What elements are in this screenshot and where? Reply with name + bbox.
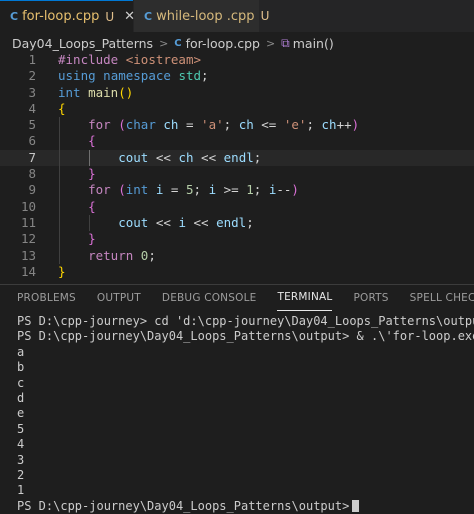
code-text: cout << ch << endl;	[118, 149, 262, 165]
terminal-line: a	[17, 344, 25, 359]
terminal-line: 4	[17, 437, 25, 452]
chevron-right-icon: >	[159, 36, 169, 50]
terminal-line: d	[17, 390, 25, 405]
tab-for-loop[interactable]: C for-loop.cpp U ✕	[0, 0, 135, 32]
terminal-line: 1	[17, 483, 25, 498]
code-line: 11 cout << i << endl;	[0, 214, 474, 232]
line-number: 10	[20, 198, 36, 214]
terminal-line: 3	[17, 452, 25, 467]
tab-debug-console[interactable]: DEBUG CONSOLE	[162, 285, 257, 311]
code-line: 2 using namespace std;	[0, 68, 474, 84]
code-text: return 0;	[88, 247, 156, 263]
line-number: 14	[20, 263, 36, 279]
tab-problems[interactable]: PROBLEMS	[17, 285, 76, 311]
code-line: 12 }	[0, 231, 474, 248]
code-line: 8 }	[0, 166, 474, 183]
terminal-line: PS D:\cpp-journey> cd 'd:\cpp-journey\Da…	[17, 314, 474, 328]
tab-terminal[interactable]: TERMINAL	[277, 285, 333, 311]
code-line: 14}	[0, 264, 474, 280]
terminal-line: c	[17, 375, 25, 390]
breadcrumb-symbol[interactable]: main()	[293, 36, 334, 51]
line-number: 2	[28, 68, 36, 84]
code-text: for (int i = 5; i >= 1; i--)	[88, 182, 299, 198]
terminal-line: b	[17, 360, 25, 375]
code-line: 9 for (int i = 5; i >= 1; i--)	[0, 182, 474, 199]
untracked-badge: U	[260, 9, 270, 23]
code-text: int main()	[58, 84, 134, 100]
code-editor[interactable]: 1 #include <iostream> 2 using namespace st…	[0, 52, 474, 280]
cpp-file-icon: C	[10, 10, 19, 23]
code-line-current: 7 cout << ch << endl;	[0, 149, 474, 167]
cpp-file-icon: C	[174, 37, 182, 49]
code-text: }	[88, 231, 96, 247]
panel-tab-bar: PROBLEMS OUTPUT DEBUG CONSOLE TERMINAL P…	[0, 284, 474, 311]
code-text: }	[58, 263, 66, 279]
code-text: }	[88, 166, 96, 182]
line-number: 11	[20, 214, 36, 230]
terminal-cursor	[352, 500, 360, 513]
tab-ports[interactable]: PORTS	[353, 285, 388, 311]
breadcrumb-file[interactable]: for-loop.cpp	[186, 36, 260, 51]
line-number: 8	[28, 166, 36, 182]
editor-tab-bar: C for-loop.cpp U ✕ C while-loop .cpp U	[0, 0, 474, 32]
code-line: 5 for (char ch = 'a'; ch <= 'e'; ch++)	[0, 117, 474, 134]
breadcrumb: Day04_Loops_Patterns > C for-loop.cpp > …	[0, 32, 474, 54]
tab-label: while-loop .cpp	[156, 8, 255, 24]
code-line: 1 #include <iostream>	[0, 52, 474, 68]
untracked-badge: U	[105, 9, 115, 24]
code-text: {	[88, 133, 96, 149]
terminal-line: PS D:\cpp-journey\Day04_Loops_Patterns\o…	[17, 329, 474, 344]
tab-spell-checker[interactable]: SPELL CHECKER	[410, 285, 474, 311]
terminal-line: 5	[17, 421, 25, 436]
cpp-file-icon: C	[144, 9, 153, 23]
code-line: 3 int main()	[0, 85, 474, 101]
tab-while-loop[interactable]: C while-loop .cpp U	[134, 0, 269, 32]
code-text: for (char ch = 'a'; ch <= 'e'; ch++)	[88, 117, 360, 133]
code-text: cout << i << endl;	[118, 214, 254, 230]
line-number: 6	[28, 133, 36, 149]
terminal-line: e	[17, 406, 25, 421]
line-number: 4	[28, 100, 36, 116]
code-text: {	[88, 198, 96, 214]
terminal-line: 2	[17, 467, 25, 482]
line-number: 7	[28, 149, 36, 165]
code-text: using namespace std;	[58, 68, 209, 84]
code-line: 13 return 0;	[0, 247, 474, 264]
code-line: 10 {	[0, 198, 474, 215]
terminal[interactable]: PS D:\cpp-journey> cd 'd:\cpp-journey\Da…	[0, 314, 474, 513]
tab-label: for-loop.cpp	[22, 9, 100, 24]
line-number: 13	[20, 247, 36, 263]
code-line: 6 {	[0, 133, 474, 150]
line-number: 1	[28, 52, 36, 67]
terminal-prompt-line[interactable]: PS D:\cpp-journey\Day04_Loops_Patterns\o…	[17, 499, 474, 514]
line-number: 5	[28, 117, 36, 133]
line-number: 3	[28, 84, 36, 100]
code-line: 4{	[0, 101, 474, 117]
chevron-right-icon: >	[265, 36, 276, 50]
tab-output[interactable]: OUTPUT	[97, 285, 141, 311]
line-number: 9	[28, 182, 36, 198]
function-symbol-icon: ⧉	[281, 35, 290, 50]
breadcrumb-folder[interactable]: Day04_Loops_Patterns	[12, 36, 153, 51]
code-text: #include <iostream>	[58, 52, 202, 67]
code-text: {	[58, 100, 66, 116]
line-number: 12	[20, 231, 36, 247]
